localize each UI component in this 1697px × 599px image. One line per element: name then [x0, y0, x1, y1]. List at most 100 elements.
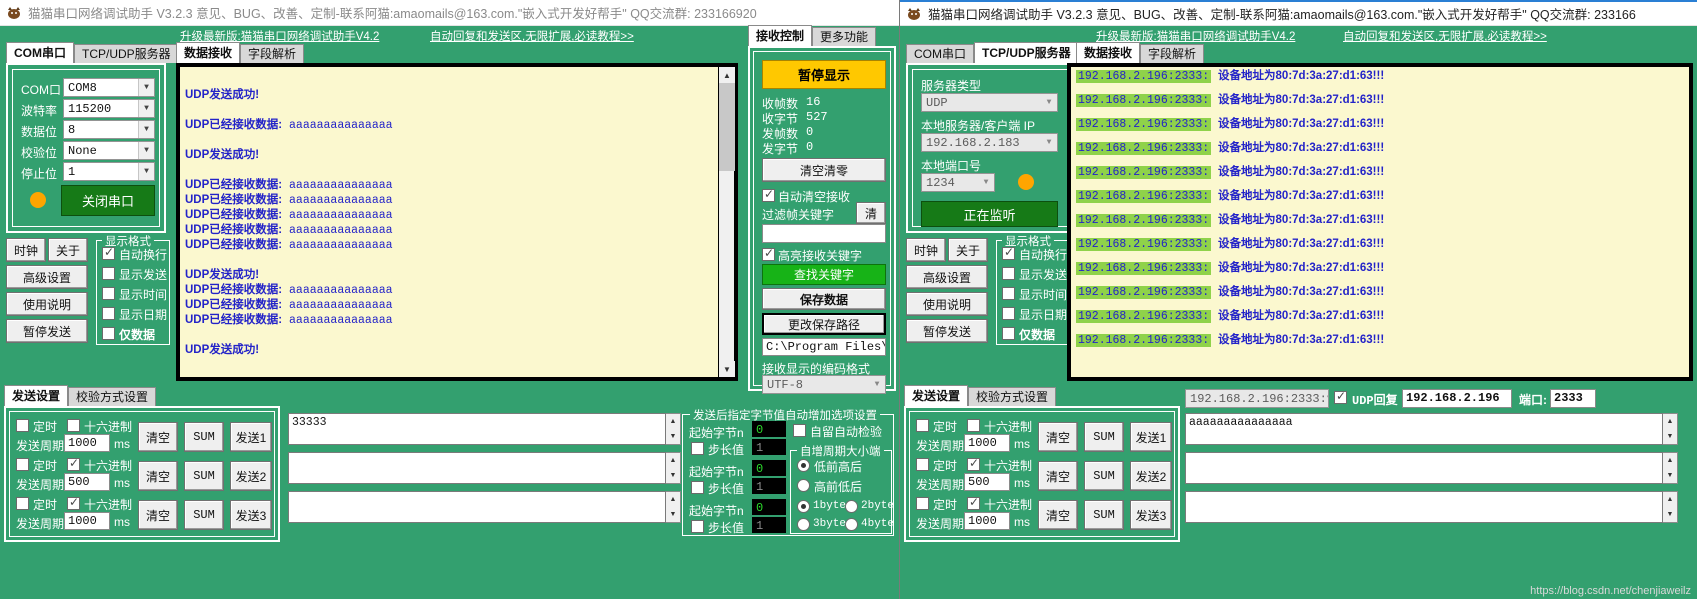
step-input-1[interactable]: 1: [752, 439, 786, 455]
auto-clear-checkbox[interactable]: [762, 187, 775, 202]
data-bits-combo[interactable]: 8 ▼: [63, 120, 155, 139]
step-checkbox-1[interactable]: [691, 442, 704, 455]
manual-button-left[interactable]: 使用说明: [6, 292, 88, 316]
target-port-input[interactable]: 2333: [1550, 389, 1596, 408]
server-type-combo[interactable]: UDP ▼: [921, 93, 1058, 112]
spin-up-icon[interactable]: ▲: [1663, 453, 1677, 468]
highlight-keyword-checkbox[interactable]: [762, 246, 775, 261]
byte-4-radio[interactable]: [845, 518, 858, 531]
spin-down-icon[interactable]: ▼: [1663, 507, 1677, 522]
payload-spinner-1-right[interactable]: ▲ ▼: [1663, 413, 1678, 445]
tab-checksum-settings-left[interactable]: 校验方式设置: [68, 387, 157, 406]
auto-reply-link-right[interactable]: 自动回复和发送区,无限扩展,必读教程>>: [1343, 28, 1547, 44]
scroll-thumb-left[interactable]: [719, 83, 735, 171]
scroll-down-icon-left[interactable]: ▼: [719, 361, 735, 377]
payload-spinner-2-left[interactable]: ▲ ▼: [666, 452, 681, 484]
advanced-settings-button-right[interactable]: 高级设置: [906, 265, 988, 289]
local-port-combo[interactable]: 1234 ▼: [921, 173, 995, 192]
period-input-1-left[interactable]: 1000: [64, 434, 110, 452]
sum-button-1-right[interactable]: SUM: [1084, 422, 1124, 452]
period-input-3-right[interactable]: 1000: [964, 512, 1010, 530]
payload-input-3-right[interactable]: [1185, 491, 1663, 523]
baud-rate-combo[interactable]: 115200 ▼: [63, 99, 155, 118]
spin-up-icon[interactable]: ▲: [666, 414, 680, 429]
period-input-3-left[interactable]: 1000: [64, 512, 110, 530]
byte-2-radio[interactable]: [845, 500, 858, 513]
spin-up-icon[interactable]: ▲: [1663, 414, 1677, 429]
clear-button-3-right[interactable]: 清空: [1038, 500, 1078, 530]
timer-checkbox-2-right[interactable]: [916, 458, 929, 471]
data-only-checkbox-right[interactable]: [1002, 327, 1015, 340]
clear-button-1-right[interactable]: 清空: [1038, 422, 1078, 452]
spin-down-icon[interactable]: ▼: [666, 468, 680, 483]
advanced-settings-button-left[interactable]: 高级设置: [6, 265, 88, 289]
timer-checkbox-3-left[interactable]: [16, 497, 29, 510]
show-send-checkbox-right[interactable]: [1002, 267, 1015, 280]
sum-button-2-left[interactable]: SUM: [184, 461, 224, 491]
auto-check-checkbox[interactable]: [793, 424, 806, 437]
payload-spinner-3-right[interactable]: ▲ ▼: [1663, 491, 1678, 523]
clear-button-2-right[interactable]: 清空: [1038, 461, 1078, 491]
step-input-3[interactable]: 1: [752, 517, 786, 533]
hex-checkbox-2-left[interactable]: [67, 456, 80, 471]
period-input-2-right[interactable]: 500: [964, 473, 1010, 491]
change-save-path-button[interactable]: 更改保存路径: [762, 313, 886, 335]
send-button-1-right[interactable]: 发送1: [1130, 422, 1172, 452]
payload-input-2-right[interactable]: [1185, 452, 1663, 484]
period-input-2-left[interactable]: 500: [64, 473, 110, 491]
sum-button-2-right[interactable]: SUM: [1084, 461, 1124, 491]
payload-spinner-1-left[interactable]: ▲ ▼: [666, 413, 681, 445]
tab-recv-control[interactable]: 接收控制: [748, 25, 813, 46]
scroll-up-icon-left[interactable]: ▲: [719, 67, 735, 83]
show-date-checkbox-right[interactable]: [1002, 307, 1015, 320]
filter-clear-button[interactable]: 清: [856, 202, 886, 224]
udp-reply-checkbox[interactable]: [1334, 389, 1347, 404]
find-keyword-button[interactable]: 查找关键字: [762, 264, 886, 285]
tab-field-parse-left[interactable]: 字段解析: [240, 44, 305, 63]
save-path-value[interactable]: C:\Program Files\dat: [762, 338, 886, 356]
step-checkbox-2[interactable]: [691, 481, 704, 494]
payload-spinner-2-right[interactable]: ▲ ▼: [1663, 452, 1678, 484]
spin-down-icon[interactable]: ▼: [666, 507, 680, 522]
auto-reply-link-left[interactable]: 自动回复和发送区,无限扩展,必读教程>>: [430, 28, 634, 44]
show-time-checkbox-left[interactable]: [102, 287, 115, 300]
tab-data-recv-right[interactable]: 数据接收: [1076, 42, 1141, 63]
tab-tcp-udp-right[interactable]: TCP/UDP服务器: [974, 42, 1079, 63]
clock-button-right[interactable]: 时钟: [906, 238, 946, 262]
step-checkbox-3[interactable]: [691, 520, 704, 533]
about-button-right[interactable]: 关于: [948, 238, 988, 262]
show-time-checkbox-right[interactable]: [1002, 287, 1015, 300]
tab-tcp-udp-left[interactable]: TCP/UDP服务器: [74, 44, 179, 63]
start-byte-input-1[interactable]: 0: [752, 421, 786, 437]
spin-down-icon[interactable]: ▼: [1663, 468, 1677, 483]
spin-down-icon[interactable]: ▼: [666, 429, 680, 444]
spin-up-icon[interactable]: ▲: [666, 453, 680, 468]
tab-data-recv-left[interactable]: 数据接收: [176, 42, 241, 63]
listening-button[interactable]: 正在监听: [921, 201, 1058, 227]
endian-high-first-radio[interactable]: [797, 479, 810, 492]
tab-field-parse-right[interactable]: 字段解析: [1140, 44, 1205, 63]
tab-send-settings-right[interactable]: 发送设置: [904, 385, 969, 406]
hex-checkbox-1-left[interactable]: [67, 419, 80, 432]
manual-button-right[interactable]: 使用说明: [906, 292, 988, 316]
endian-low-first-radio[interactable]: [797, 459, 810, 472]
local-ip-combo[interactable]: 192.168.2.183 ▼: [921, 133, 1058, 152]
filter-keyword-input[interactable]: [762, 224, 886, 243]
clear-button-1-left[interactable]: 清空: [138, 422, 178, 452]
auto-wrap-checkbox-right[interactable]: [1002, 245, 1015, 260]
send-button-3-left[interactable]: 发送3: [230, 500, 272, 530]
start-byte-input-2[interactable]: 0: [752, 460, 786, 476]
send-button-2-right[interactable]: 发送2: [1130, 461, 1172, 491]
clear-counters-button[interactable]: 清空清零: [762, 158, 886, 182]
payload-spinner-3-left[interactable]: ▲ ▼: [666, 491, 681, 523]
timer-checkbox-3-right[interactable]: [916, 497, 929, 510]
data-only-checkbox-left[interactable]: [102, 327, 115, 340]
step-input-2[interactable]: 1: [752, 478, 786, 494]
timer-checkbox-2-left[interactable]: [16, 458, 29, 471]
spin-up-icon[interactable]: ▲: [1663, 492, 1677, 507]
period-input-1-right[interactable]: 1000: [964, 434, 1010, 452]
clock-button-left[interactable]: 时钟: [6, 238, 46, 262]
timer-checkbox-1-left[interactable]: [16, 419, 29, 432]
show-send-checkbox-left[interactable]: [102, 267, 115, 280]
sum-button-1-left[interactable]: SUM: [184, 422, 224, 452]
